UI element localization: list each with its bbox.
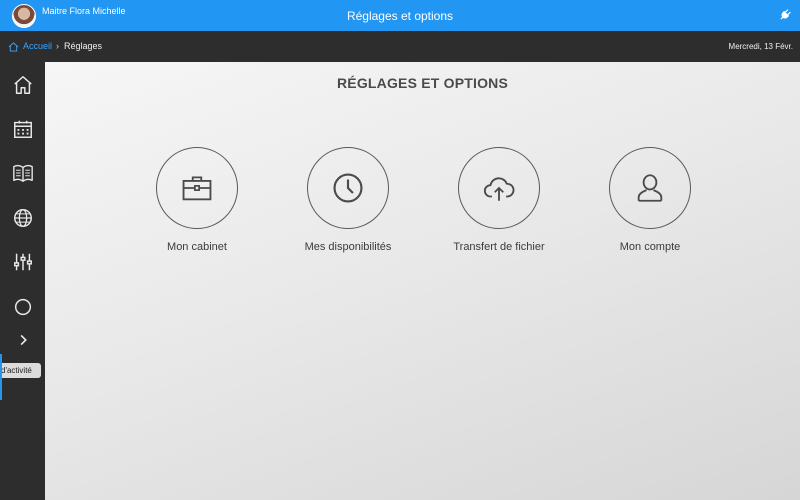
cloud-upload-icon <box>483 177 515 201</box>
breadcrumb-separator: › <box>56 41 59 51</box>
home-icon <box>14 76 32 94</box>
tile-mon-compte[interactable]: Mon compte <box>575 147 725 253</box>
user-icon <box>637 174 663 202</box>
activity-icon <box>14 298 32 316</box>
activity-tooltip: d'activité <box>0 363 41 378</box>
tile-mes-disponibilites[interactable]: Mes disponibilités <box>273 147 423 253</box>
sidebar-expand[interactable] <box>12 329 34 351</box>
tile-circle <box>458 147 540 229</box>
chevron-right-icon <box>20 334 27 346</box>
top-bar: Maitre Flora Michelle Réglages et option… <box>0 0 800 31</box>
page-title: RÉGLAGES ET OPTIONS <box>336 75 509 91</box>
sidebar-item-activity[interactable] <box>12 296 34 318</box>
breadcrumb: Accueil › Réglages Mercredi, 13 Févr. <box>0 31 800 62</box>
book-icon <box>13 164 33 182</box>
plug-icon[interactable] <box>778 8 792 22</box>
sidebar: d'activité <box>0 62 45 500</box>
tile-circle <box>609 147 691 229</box>
briefcase-icon <box>182 176 212 201</box>
sidebar-item-calendar[interactable] <box>12 118 34 140</box>
main-content: RÉGLAGES ET OPTIONS Mon cabinet Mes disp… <box>45 62 800 500</box>
tile-mon-cabinet[interactable]: Mon cabinet <box>122 147 272 253</box>
window-edge-accent <box>0 354 2 400</box>
current-date: Mercredi, 13 Févr. <box>728 42 793 51</box>
sliders-icon <box>14 253 32 271</box>
globe-icon <box>14 209 32 227</box>
breadcrumb-current: Réglages <box>64 41 103 51</box>
tile-label: Mes disponibilités <box>304 241 392 253</box>
tile-circle <box>156 147 238 229</box>
tile-label: Mon cabinet <box>167 241 227 253</box>
tile-label: Transfert de fichier <box>453 241 545 253</box>
calendar-icon <box>14 120 32 138</box>
app-title: Réglages et options <box>346 9 454 23</box>
sidebar-item-globe[interactable] <box>12 207 34 229</box>
tile-transfert-de-fichier[interactable]: Transfert de fichier <box>424 147 574 253</box>
breadcrumb-home-link[interactable]: Accueil <box>23 41 52 51</box>
home-icon[interactable] <box>8 42 19 52</box>
clock-icon <box>333 173 363 203</box>
sidebar-item-home[interactable] <box>12 74 34 96</box>
tile-label: Mon compte <box>619 241 681 253</box>
tile-circle <box>307 147 389 229</box>
sidebar-item-settings[interactable] <box>12 251 34 273</box>
sidebar-item-book[interactable] <box>12 162 34 184</box>
